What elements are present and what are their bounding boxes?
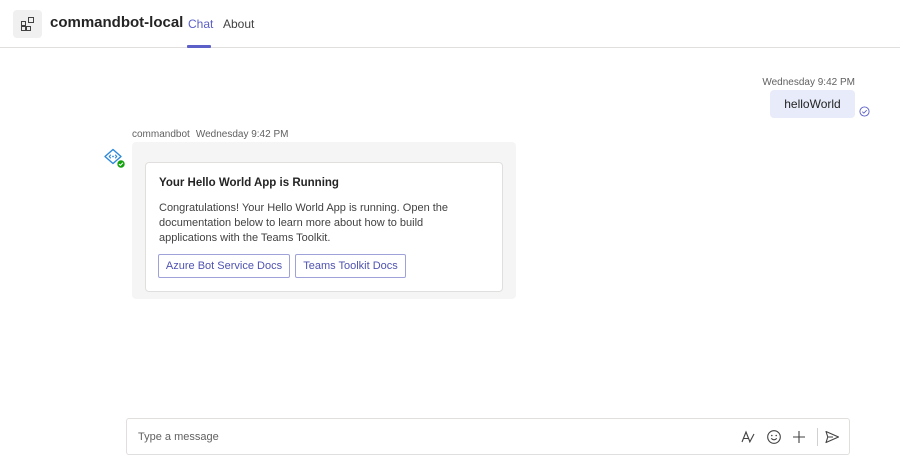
send-icon[interactable] xyxy=(824,429,840,445)
outgoing-message-text: helloWorld xyxy=(784,97,841,111)
message-input[interactable] xyxy=(128,420,728,453)
emoji-icon[interactable] xyxy=(766,429,782,445)
add-icon[interactable] xyxy=(791,429,807,445)
tab-about[interactable]: About xyxy=(223,17,254,31)
app-header: commandbot-local Chat About xyxy=(0,0,900,48)
read-receipt-icon xyxy=(859,106,870,117)
active-tab-indicator xyxy=(187,45,211,48)
tab-chat[interactable]: Chat xyxy=(188,17,213,31)
format-icon[interactable] xyxy=(740,429,756,445)
bot-sender-name: commandbot xyxy=(132,129,190,140)
teams-toolkit-docs-button[interactable]: Teams Toolkit Docs xyxy=(295,254,406,278)
bot-message-timestamp: Wednesday 9:42 PM xyxy=(195,129,289,140)
card-body-text: Congratulations! Your Hello World App is… xyxy=(159,202,449,244)
toolbar-divider xyxy=(817,428,818,446)
azure-bot-service-docs-button[interactable]: Azure Bot Service Docs xyxy=(158,254,290,278)
compose-box xyxy=(126,418,850,455)
bot-message-header: commandbot Wednesday 9:42 PM xyxy=(132,129,288,140)
outgoing-message-bubble[interactable]: helloWorld xyxy=(770,90,855,118)
outgoing-message-timestamp: Wednesday 9:42 PM xyxy=(762,77,855,88)
apps-grid-icon xyxy=(20,17,34,31)
app-title: commandbot-local xyxy=(50,14,184,31)
card-title: Your Hello World App is Running xyxy=(159,177,339,189)
app-icon[interactable] xyxy=(13,10,42,38)
adaptive-card: Your Hello World App is Running Congratu… xyxy=(145,162,503,292)
bot-code-icon[interactable] xyxy=(103,148,127,170)
